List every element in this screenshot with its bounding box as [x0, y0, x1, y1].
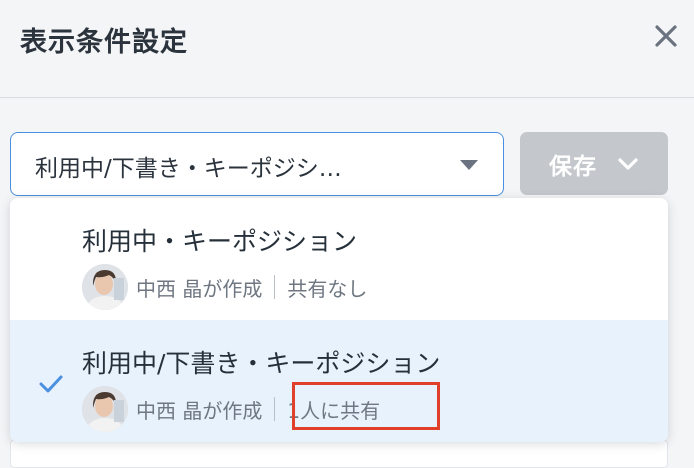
- caret-down-icon: [460, 160, 478, 170]
- dropdown-option[interactable]: 利用中・キーポジション 中西 晶が作成 共有なし: [10, 198, 668, 320]
- avatar: [82, 386, 128, 432]
- view-condition-select[interactable]: 利用中/下書き・キーポジシ…: [10, 132, 504, 196]
- avatar: [82, 264, 128, 310]
- view-condition-dropdown: 利用中・キーポジション 中西 晶が作成 共有なし 利用中/下書き・キーポジション: [10, 198, 668, 442]
- dialog-header: 表示条件設定: [0, 0, 694, 98]
- save-button-label: 保存: [549, 153, 597, 180]
- close-icon: [655, 25, 677, 47]
- save-button[interactable]: 保存: [520, 132, 668, 195]
- underlying-panel: [10, 440, 668, 468]
- close-button[interactable]: [648, 18, 684, 54]
- highlight-annotation: [292, 382, 440, 430]
- divider: [274, 275, 276, 299]
- chevron-down-icon[interactable]: [617, 156, 639, 172]
- select-current-value: 利用中/下書き・キーポジシ…: [35, 156, 342, 182]
- share-status: 共有なし: [287, 276, 368, 301]
- dropdown-option-selected[interactable]: 利用中/下書き・キーポジション 中西 晶が作成 1人に共有: [10, 320, 668, 442]
- creator-label: 中西 晶が作成: [136, 398, 263, 423]
- creator-label: 中西 晶が作成: [136, 276, 263, 301]
- dialog-title: 表示条件設定: [20, 27, 188, 58]
- option-name: 利用中・キーポジション: [82, 227, 358, 256]
- option-name: 利用中/下書き・キーポジション: [82, 349, 441, 378]
- option-meta: 中西 晶が作成 共有なし: [82, 264, 367, 310]
- divider: [274, 397, 276, 421]
- check-icon: [39, 375, 63, 393]
